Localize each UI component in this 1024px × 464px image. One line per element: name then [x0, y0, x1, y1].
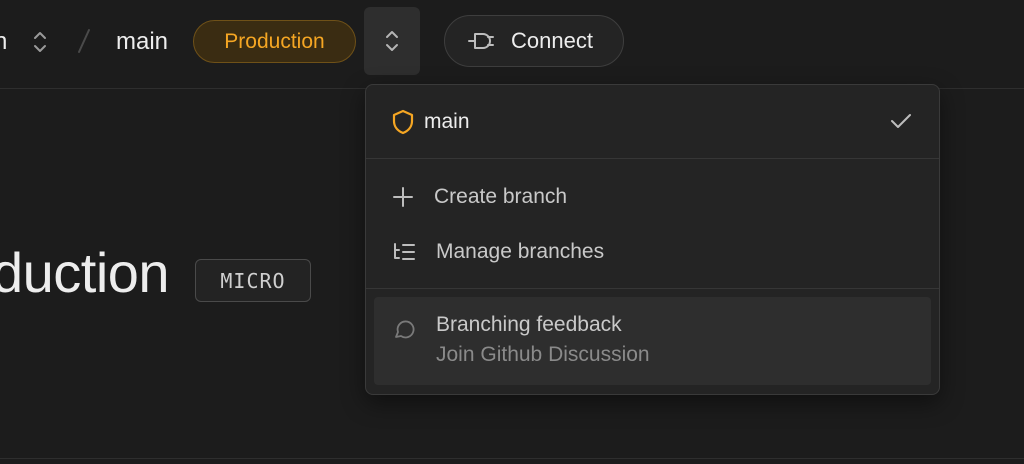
feedback-subtitle: Join Github Discussion: [436, 343, 650, 366]
branching-feedback-item[interactable]: Branching feedback Join Github Discussio…: [374, 297, 931, 385]
manage-branches-label: Manage branches: [436, 240, 605, 263]
feedback-text: Branching feedback Join Github Discussio…: [436, 313, 650, 385]
create-branch-item[interactable]: Create branch: [366, 173, 939, 221]
connect-button[interactable]: Connect: [444, 15, 624, 67]
branch-list-icon: [392, 241, 416, 263]
compute-size-badge: MICRO: [195, 259, 311, 302]
speech-bubble-icon: [392, 317, 416, 385]
environment-badge: Production: [193, 20, 356, 63]
top-bar: n main Production Connect: [0, 0, 1024, 89]
shield-icon: [392, 109, 414, 135]
plug-icon: [467, 30, 495, 52]
dropdown-divider: [366, 288, 939, 289]
connect-label: Connect: [511, 28, 593, 53]
org-switcher-chevron-icon[interactable]: [30, 28, 50, 56]
current-branch-label: main: [424, 109, 470, 133]
dropdown-divider: [366, 158, 939, 159]
branch-dropdown-menu: main Create branch Manage branches Branc…: [365, 84, 940, 395]
create-branch-label: Create branch: [434, 185, 568, 208]
section-divider: [0, 458, 1024, 459]
breadcrumb-branch-name[interactable]: main: [116, 26, 168, 58]
dropdown-current-branch[interactable]: main: [366, 85, 939, 158]
feedback-title: Branching feedback: [436, 313, 622, 336]
plus-icon: [392, 186, 414, 208]
org-name[interactable]: n: [0, 26, 7, 58]
check-icon: [889, 109, 913, 133]
breadcrumb-separator: [76, 26, 92, 56]
branch-switcher-button[interactable]: [364, 7, 420, 75]
page-title: duction: [0, 241, 170, 304]
manage-branches-item[interactable]: Manage branches: [366, 228, 939, 276]
chevron-up-down-icon: [382, 27, 402, 55]
